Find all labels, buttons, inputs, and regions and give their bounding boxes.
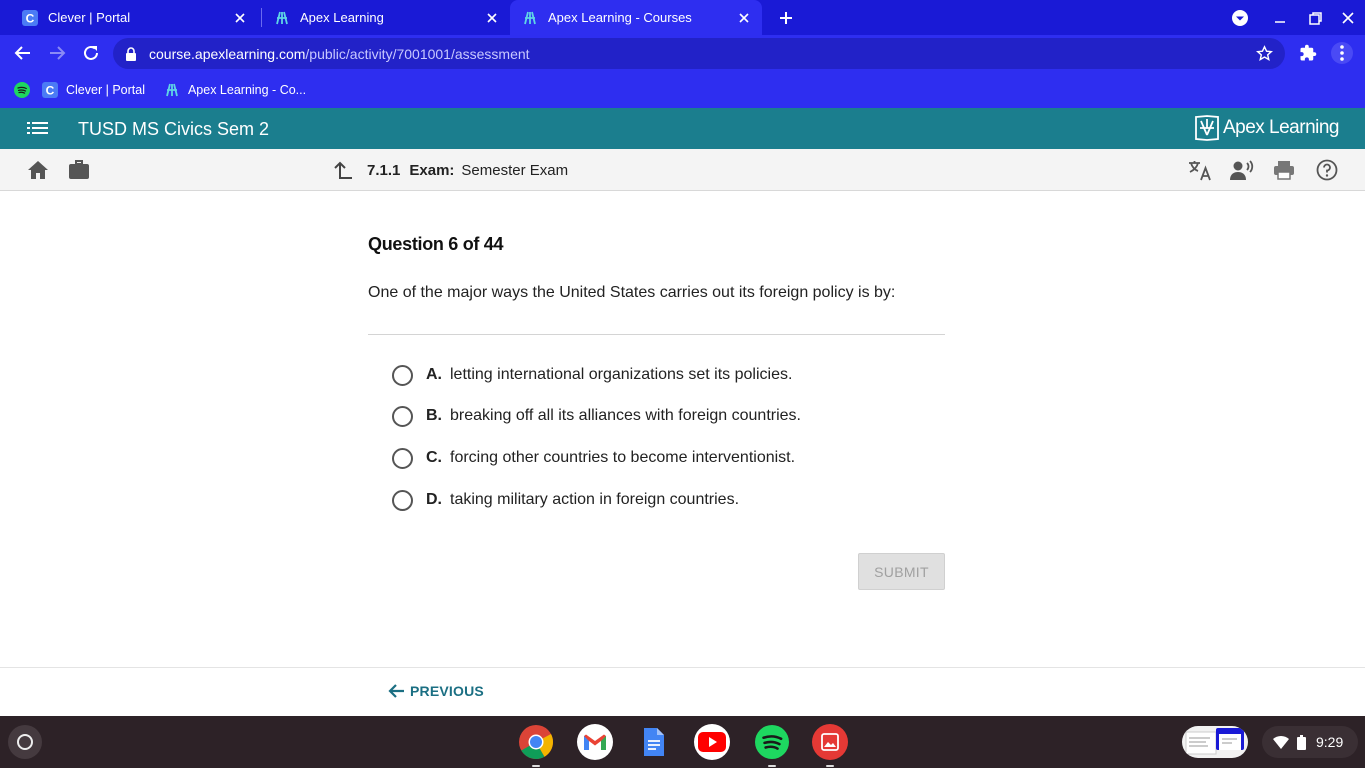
answer-choice-d[interactable]: D. taking military action in foreign cou… [392, 488, 739, 512]
status-area[interactable]: 9:29 [1262, 726, 1358, 758]
activity-number: 7.1.1 [367, 161, 401, 179]
choice-text: letting international organizations set … [450, 366, 793, 383]
svg-text:C: C [46, 84, 55, 98]
docs-icon[interactable] [636, 724, 672, 760]
course-title: TUSD MS Civics Sem 2 [78, 119, 270, 139]
activity-breadcrumb: 7.1.1 Exam: Semester Exam [333, 160, 568, 180]
submit-button[interactable]: SUBMIT [858, 553, 945, 590]
previous-button[interactable]: PREVIOUS [388, 682, 484, 700]
tab-clever-portal[interactable]: C Clever | Portal [0, 0, 258, 35]
running-indicator [532, 765, 540, 767]
help-icon[interactable] [1315, 158, 1339, 182]
answer-choice-c[interactable]: C. forcing other countries to become int… [392, 446, 795, 470]
choice-text: breaking off all its alliances with fore… [450, 407, 801, 424]
spotify-icon[interactable] [754, 724, 790, 767]
browser-tabstrip: C Clever | Portal Apex Learning Apex Lea… [0, 0, 1365, 35]
choice-text: taking military action in foreign countr… [450, 491, 740, 508]
tab-title: Apex Learning - Courses [548, 10, 692, 25]
tab-search-icon[interactable] [1228, 6, 1252, 30]
restore-icon[interactable] [1303, 6, 1327, 30]
bookmark-apex-courses[interactable]: Apex Learning - Co... [164, 76, 306, 104]
close-window-icon[interactable] [1336, 6, 1360, 30]
bookmark-title: Clever | Portal [66, 83, 145, 97]
extensions-puzzle-icon[interactable] [1298, 43, 1318, 63]
arrow-left-icon [388, 684, 404, 698]
wifi-icon [1273, 735, 1289, 749]
briefcase-icon[interactable] [67, 158, 91, 182]
radio-button[interactable] [392, 489, 413, 511]
close-tab-icon[interactable] [232, 10, 248, 26]
radio-button[interactable] [392, 447, 413, 469]
choice-letter: D. [426, 491, 442, 508]
logo-text: Apex Learning [1222, 117, 1340, 138]
choice-letter: A. [426, 366, 442, 383]
home-icon[interactable] [26, 158, 50, 182]
minimize-icon[interactable] [1268, 6, 1292, 30]
back-icon[interactable] [11, 41, 35, 65]
url-text: course.apexlearning.com/public/activity/… [149, 45, 530, 62]
radio-button[interactable] [392, 405, 413, 427]
tab-apex-learning-courses[interactable]: Apex Learning - Courses [510, 0, 762, 35]
tab-title: Apex Learning [300, 10, 384, 25]
activity-name: Semester Exam [461, 161, 569, 179]
clock-time: 9:29 [1316, 734, 1344, 750]
youtube-icon[interactable] [694, 724, 730, 760]
os-shelf: 9:29 [0, 716, 1365, 768]
chrome-icon[interactable] [518, 724, 554, 767]
reload-icon[interactable] [79, 41, 103, 65]
course-header: TUSD MS Civics Sem 2 Apex Learning [0, 108, 1365, 149]
holding-space-thumbnail[interactable] [1182, 726, 1248, 758]
choice-letter: C. [426, 449, 442, 466]
bookmark-star-icon[interactable] [1255, 45, 1274, 62]
answer-choice-b[interactable]: B. breaking off all its alliances with f… [392, 404, 801, 428]
previous-label: PREVIOUS [410, 683, 484, 699]
browser-toolbar: course.apexlearning.com/public/activity/… [0, 35, 1365, 72]
apex-logo[interactable]: Apex Learning [1195, 115, 1340, 141]
new-tab-icon[interactable] [774, 6, 798, 30]
bookmark-title: Apex Learning - Co... [187, 83, 307, 97]
choice-letter: B. [426, 407, 442, 424]
question-prompt: One of the major ways the United States … [368, 284, 896, 301]
running-indicator [826, 765, 834, 767]
translate-icon[interactable] [1188, 158, 1212, 182]
spotify-icon [14, 82, 30, 98]
answer-choice-a[interactable]: A. letting international organizations s… [392, 363, 792, 387]
lock-icon [125, 46, 139, 61]
bookmark-spotify[interactable] [14, 76, 38, 104]
close-tab-icon[interactable] [736, 10, 752, 26]
launcher-icon [17, 734, 33, 750]
activity-bar: 7.1.1 Exam: Semester Exam [0, 149, 1365, 191]
bookmarks-bar: C Clever | Portal Apex Learning - Co... [0, 72, 1365, 108]
forward-icon[interactable] [45, 41, 69, 65]
print-icon[interactable] [1272, 158, 1296, 182]
clever-icon: C [22, 9, 38, 26]
question-divider [368, 334, 945, 335]
gallery-icon[interactable] [812, 724, 848, 767]
running-indicator [768, 765, 776, 767]
clever-icon: C [42, 82, 58, 98]
close-tab-icon[interactable] [484, 10, 500, 26]
tab-apex-learning[interactable]: Apex Learning [252, 0, 510, 35]
tab-title: Clever | Portal [48, 10, 131, 25]
gmail-icon[interactable] [577, 724, 613, 760]
activity-footer: PREVIOUS [0, 667, 1365, 716]
launcher-button[interactable] [8, 725, 42, 759]
hamburger-menu-icon[interactable] [27, 119, 49, 137]
apex-icon [522, 10, 538, 26]
read-aloud-icon[interactable] [1230, 158, 1254, 182]
battery-icon [1297, 734, 1306, 750]
radio-button[interactable] [392, 364, 413, 386]
svg-text:C: C [26, 11, 35, 25]
browser-menu-icon[interactable] [1331, 42, 1353, 64]
apex-icon [164, 82, 180, 98]
choice-text: forcing other countries to become interv… [450, 449, 796, 466]
activity-type: Exam: [409, 161, 455, 179]
bookmark-clever-portal[interactable]: C Clever | Portal [42, 76, 145, 104]
address-bar[interactable]: course.apexlearning.com/public/activity/… [113, 38, 1285, 69]
up-arrow-icon[interactable] [333, 160, 353, 180]
question-heading: Question 6 of 44 [368, 234, 504, 254]
apex-icon [274, 10, 290, 26]
apex-logo-icon [1195, 115, 1219, 141]
